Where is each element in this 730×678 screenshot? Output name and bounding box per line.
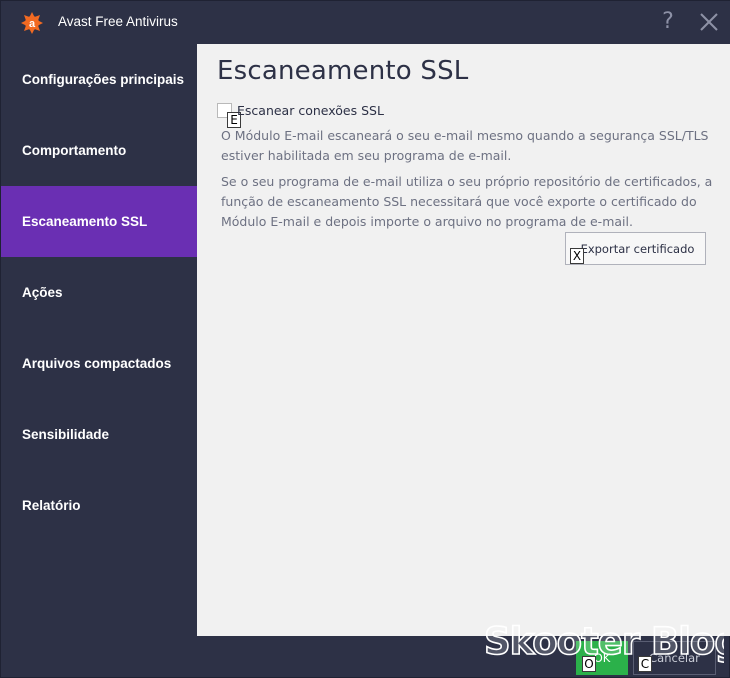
page-title: Escaneamento SSL bbox=[217, 56, 469, 86]
email-module-description: O Módulo E-mail escaneará o seu e-mail m… bbox=[221, 128, 709, 163]
close-icon[interactable] bbox=[698, 11, 720, 33]
sidebar-item-escaneamento-ssl[interactable]: Escaneamento SSL bbox=[1, 186, 197, 257]
settings-panel: Escaneamento SSL E Escanear conexões SSL… bbox=[197, 44, 730, 636]
export-hotkey-hint: X bbox=[570, 248, 584, 264]
svg-text:a: a bbox=[29, 18, 36, 30]
sidebar-item-configuracoes-principais[interactable]: Configurações principais bbox=[1, 44, 197, 115]
sidebar-item-arquivos-compactados[interactable]: Arquivos compactados bbox=[1, 328, 197, 399]
ssl-scan-label[interactable]: Escanear conexões SSL bbox=[237, 103, 384, 118]
avast-logo-icon: a bbox=[21, 12, 43, 34]
window-title: Avast Free Antivirus bbox=[58, 14, 178, 29]
watermark-logo: Skooter Blog bbox=[484, 619, 724, 664]
settings-sidebar: Configurações principais Comportamento E… bbox=[1, 44, 197, 636]
sidebar-item-relatorio[interactable]: Relatório bbox=[1, 470, 197, 541]
help-button[interactable]: ? bbox=[657, 9, 679, 35]
svg-text:Skooter Blog: Skooter Blog bbox=[484, 620, 724, 663]
sidebar-item-acoes[interactable]: Ações bbox=[1, 257, 197, 328]
export-certificate-label: Exportar certificado bbox=[580, 241, 695, 256]
title-bar[interactable]: a Avast Free Antivirus ? bbox=[1, 1, 730, 44]
export-certificate-button[interactable]: Exportar certificado bbox=[565, 232, 706, 265]
sidebar-item-sensibilidade[interactable]: Sensibilidade bbox=[1, 399, 197, 470]
app-window: a Avast Free Antivirus ? Configurações p… bbox=[0, 0, 730, 678]
sidebar-item-comportamento[interactable]: Comportamento bbox=[1, 115, 197, 186]
certificate-description: Se o seu programa de e-mail utiliza o se… bbox=[221, 174, 713, 229]
